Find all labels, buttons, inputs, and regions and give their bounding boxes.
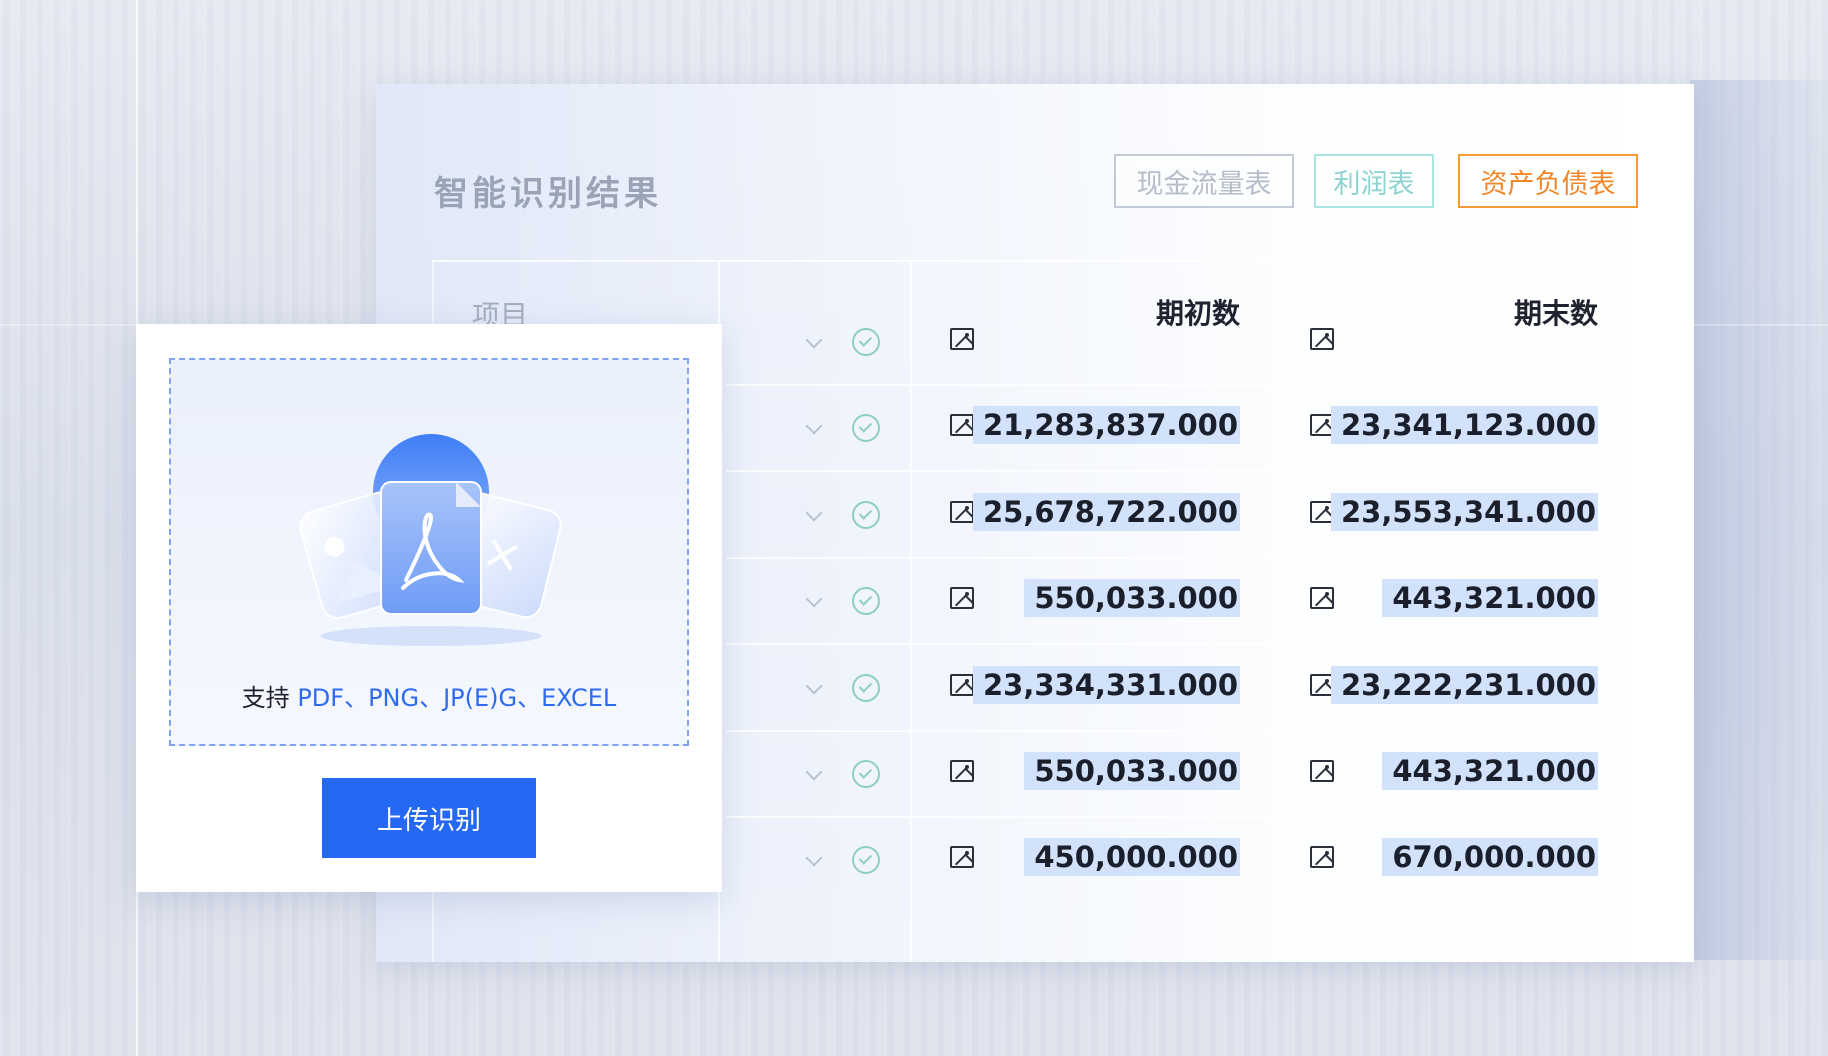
begin-value[interactable]: 25,678,722.000 — [972, 492, 1240, 531]
background-band — [1690, 80, 1828, 960]
begin-value[interactable]: 550,033.000 — [1024, 579, 1240, 618]
image-icon[interactable] — [950, 760, 974, 782]
image-icon[interactable] — [950, 673, 974, 696]
end-value[interactable]: 23,341,123.000 — [1330, 406, 1598, 445]
begin-value[interactable]: 550,033.000 — [1024, 752, 1240, 790]
begin-value[interactable]: 21,283,837.000 — [972, 406, 1240, 445]
tab-income-statement[interactable]: 利润表 — [1314, 154, 1434, 208]
check-circle-icon — [852, 328, 880, 356]
begin-value[interactable]: 450,000.000 — [1024, 838, 1240, 877]
image-icon[interactable] — [1310, 846, 1334, 869]
chevron-down-icon — [805, 590, 823, 608]
tab-cash-flow[interactable]: 现金流量表 — [1114, 154, 1294, 208]
end-value[interactable]: 443,321.000 — [1382, 752, 1598, 790]
check-circle-icon — [852, 760, 880, 788]
item-mapping-select[interactable] — [726, 400, 836, 457]
chevron-down-icon — [805, 331, 823, 349]
tab-balance-sheet[interactable]: 资产负债表 — [1458, 154, 1638, 208]
check-circle-icon — [852, 673, 880, 702]
chevron-down-icon — [805, 849, 823, 867]
file-dropzone[interactable]: × 支持 PDF、PNG、JP(E)G、EXCEL — [169, 358, 689, 746]
image-icon[interactable] — [1310, 328, 1334, 350]
item-mapping-select[interactable] — [726, 746, 836, 802]
header-divider — [432, 260, 1694, 262]
item-mapping-select[interactable] — [726, 314, 836, 370]
chevron-down-icon — [805, 763, 823, 781]
check-circle-icon — [852, 414, 880, 443]
check-circle-icon — [852, 587, 880, 616]
support-prefix: 支持 — [241, 684, 298, 712]
chevron-down-icon — [805, 677, 823, 695]
image-icon[interactable] — [950, 846, 974, 869]
item-mapping-select[interactable] — [726, 659, 836, 716]
image-icon[interactable] — [1310, 587, 1334, 610]
end-value[interactable]: 443,321.000 — [1382, 579, 1598, 618]
item-mapping-select[interactable] — [726, 832, 836, 889]
end-value[interactable]: 670,000.000 — [1382, 838, 1598, 877]
image-icon[interactable] — [950, 587, 974, 610]
upload-card: × 支持 PDF、PNG、JP(E)G、EXCEL 上传识别 — [136, 324, 722, 892]
chevron-down-icon — [805, 504, 823, 522]
document-types-illustration: × — [299, 434, 562, 646]
support-formats: PDF、PNG、JP(E)G、EXCEL — [297, 684, 617, 712]
supported-formats-text: 支持 PDF、PNG、JP(E)G、EXCEL — [171, 678, 687, 713]
item-mapping-select[interactable] — [726, 486, 836, 543]
end-value[interactable]: 23,553,341.000 — [1330, 492, 1598, 531]
item-mapping-select[interactable] — [726, 573, 836, 630]
check-circle-icon — [852, 846, 880, 875]
page-title: 智能识别结果 — [434, 174, 662, 214]
image-icon[interactable] — [950, 328, 974, 350]
chevron-down-icon — [805, 417, 823, 435]
begin-value[interactable]: 23,334,331.000 — [972, 665, 1240, 704]
check-circle-icon — [852, 500, 880, 529]
upload-recognize-button[interactable]: 上传识别 — [322, 778, 536, 858]
image-icon[interactable] — [950, 414, 974, 437]
end-value[interactable]: 23,222,231.000 — [1330, 665, 1598, 704]
image-icon[interactable] — [950, 500, 974, 523]
image-icon[interactable] — [1310, 760, 1334, 782]
